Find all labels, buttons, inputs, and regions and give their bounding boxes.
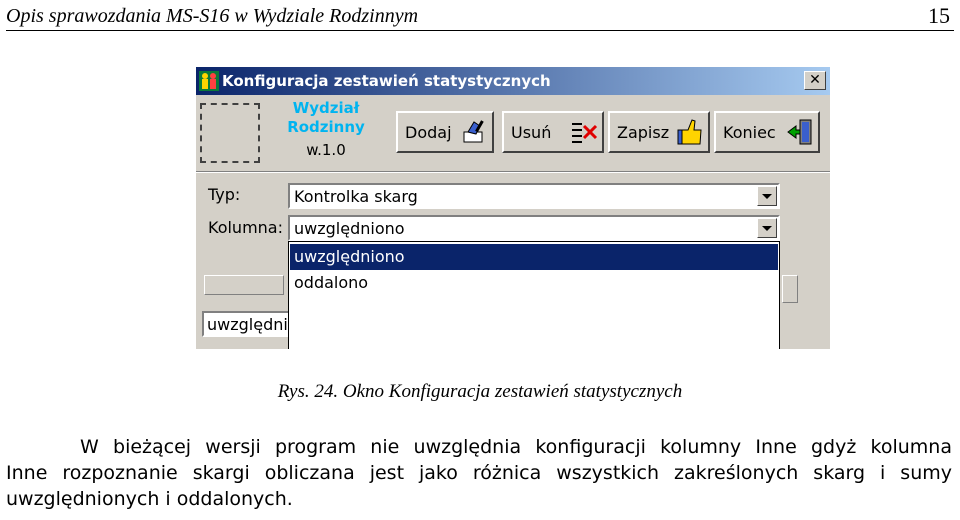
- close-icon: ✕: [809, 72, 821, 88]
- exit-button[interactable]: Koniec: [714, 111, 820, 153]
- chevron-down-icon[interactable]: [757, 186, 777, 206]
- figure-caption: Rys. 24. Okno Konfiguracja zestawień sta…: [277, 381, 683, 402]
- hidden-control: [204, 275, 284, 295]
- column-label: Kolumna:: [208, 218, 283, 237]
- app-version: w.1.0: [306, 141, 346, 159]
- paragraph-line-3: uwzględnionych i oddalonych.: [6, 488, 293, 510]
- dialog-titlebar: Konfiguracja zestawień statystycznych ✕: [196, 67, 830, 95]
- type-select-value: Kontrolka skarg: [294, 187, 418, 206]
- config-dialog-screenshot: Konfiguracja zestawień statystycznych ✕ …: [196, 67, 830, 349]
- body-paragraph: W bieżącej wersji program nie uwzględnia…: [6, 434, 952, 512]
- column-select[interactable]: uwzględniono: [288, 215, 780, 241]
- hand-pen-icon: [463, 120, 484, 143]
- paragraph-line-2: Inne rozpoznanie skargi obliczana jest j…: [6, 462, 952, 484]
- column-select-value: uwzględniono: [294, 219, 405, 238]
- delete-x-icon: [572, 123, 598, 143]
- add-button[interactable]: Dodaj: [396, 111, 494, 153]
- type-select[interactable]: Kontrolka skarg: [288, 183, 780, 209]
- delete-button-label: Usuń: [511, 123, 552, 142]
- chevron-down-icon[interactable]: [757, 218, 777, 238]
- app-name-line2: Rodzinny: [287, 118, 365, 136]
- add-button-label: Dodaj: [405, 123, 452, 142]
- type-label: Typ:: [208, 185, 241, 204]
- column-dropdown-list: uwzględniono oddalono: [288, 241, 780, 349]
- exit-button-label: Koniec: [723, 123, 776, 142]
- app-name: Wydział Rodzinny: [276, 99, 376, 137]
- close-button[interactable]: ✕: [804, 71, 826, 90]
- hidden-control-right: [782, 275, 798, 303]
- dialog-title: Konfiguracja zestawień statystycznych: [222, 72, 551, 90]
- page-number: 15: [928, 3, 950, 28]
- thumbs-up-icon: [677, 119, 702, 145]
- people-icon: [199, 71, 219, 91]
- save-button-label: Zapisz: [617, 123, 670, 142]
- dropdown-option-uwzglednione[interactable]: uwzględniono: [290, 244, 778, 270]
- dropdown-option-oddalone[interactable]: oddalono: [290, 270, 778, 296]
- separator: [196, 171, 830, 173]
- save-button[interactable]: Zapisz: [608, 111, 710, 153]
- app-name-line1: Wydział: [292, 99, 360, 117]
- logo-placeholder: [200, 103, 260, 163]
- exit-door-icon: [787, 119, 812, 145]
- delete-button[interactable]: Usuń: [502, 111, 604, 153]
- page-header: Opis sprawozdania MS-S16 w Wydziale Rodz…: [6, 0, 954, 31]
- value-field[interactable]: uwzględnio: [202, 311, 292, 337]
- header-title: Opis sprawozdania MS-S16 w Wydziale Rodz…: [6, 5, 419, 27]
- paragraph-line-1: W bieżącej wersji program nie uwzględnia…: [80, 436, 952, 458]
- value-field-text: uwzględnio: [207, 315, 292, 334]
